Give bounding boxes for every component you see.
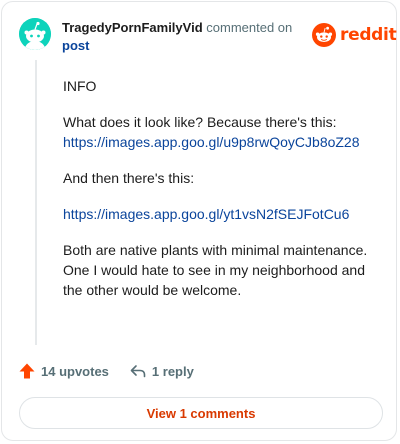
upvote-button[interactable]: 14 upvotes <box>18 362 109 380</box>
paragraph-text: What does it look like? Because there's … <box>63 114 337 130</box>
reddit-logo[interactable]: reddit <box>312 22 397 48</box>
user-avatar-icon[interactable] <box>19 18 51 50</box>
reply-count: 1 reply <box>151 363 194 379</box>
embedded-comment-card: TragedyPornFamilyVid commented on post r… <box>1 1 397 441</box>
thread-line <box>35 60 37 345</box>
reddit-wordmark: reddit <box>340 25 397 45</box>
paragraph-text: INFO <box>63 78 97 94</box>
post-link[interactable]: post <box>62 37 302 54</box>
comment-paragraph: https://images.app.goo.gl/yt1vsN2fSEJFot… <box>63 204 375 224</box>
image-link[interactable]: https://images.app.goo.gl/yt1vsN2fSEJFot… <box>63 206 349 222</box>
upvote-count: 14 upvotes <box>41 363 109 379</box>
comment-paragraph: And then there's this: <box>63 168 375 188</box>
paragraph-text: And then there's this: <box>63 170 195 186</box>
reply-arrow-icon <box>130 365 146 378</box>
comment-author[interactable]: TragedyPornFamilyVid <box>62 20 203 35</box>
comment-body: INFO What does it look like? Because the… <box>63 76 375 316</box>
comment-paragraph: INFO <box>63 76 375 96</box>
upvote-arrow-icon <box>19 363 35 379</box>
reddit-snoo-icon <box>312 23 336 47</box>
comment-paragraph: What does it look like? Because there's … <box>63 112 375 152</box>
paragraph-text: Both are native plants with minimal main… <box>63 242 368 298</box>
reply-button[interactable]: 1 reply <box>129 362 194 380</box>
comment-header: TragedyPornFamilyVid commented on post <box>62 19 302 54</box>
comment-action-text: commented on <box>206 20 293 35</box>
image-link[interactable]: https://images.app.goo.gl/u9p8rwQoyCJb8o… <box>63 134 360 150</box>
view-comments-button[interactable]: View 1 comments <box>19 397 383 429</box>
comment-actions: 14 upvotes 1 reply <box>18 362 194 380</box>
comment-paragraph: Both are native plants with minimal main… <box>63 240 375 300</box>
